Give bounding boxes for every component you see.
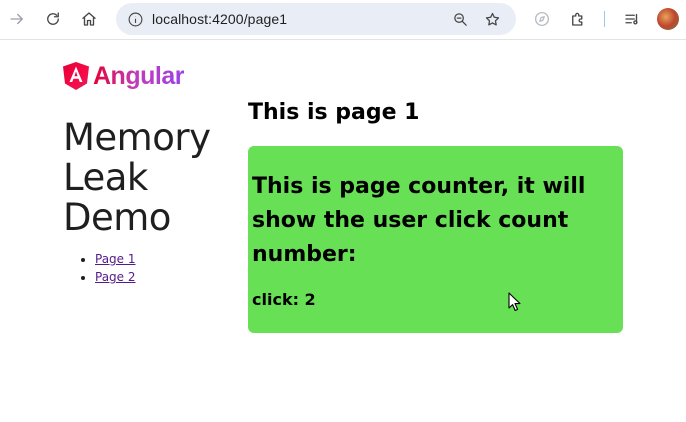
- mouse-cursor-icon: [508, 292, 521, 312]
- address-bar[interactable]: localhost:4200/page1: [116, 3, 516, 35]
- nav-link-page-1[interactable]: Page 1: [95, 252, 136, 266]
- zoom-icon[interactable]: [449, 8, 471, 30]
- nav-item-page-1: Page 1: [95, 250, 136, 268]
- reading-list-icon[interactable]: [621, 8, 643, 30]
- browser-toolbar: localhost:4200/page1: [0, 0, 686, 40]
- bookmark-star-icon[interactable]: [481, 8, 503, 30]
- nav-link-page-2[interactable]: Page 2: [95, 270, 136, 284]
- angular-logo: Angular: [62, 61, 184, 91]
- reload-icon[interactable]: [42, 8, 64, 30]
- home-icon[interactable]: [78, 8, 100, 30]
- page-heading: This is page 1: [248, 100, 420, 125]
- toolbar-separator: [604, 11, 605, 27]
- site-info-icon[interactable]: [124, 8, 146, 30]
- counter-description: This is page counter, it will show the u…: [252, 174, 586, 267]
- nav-item-page-2: Page 2: [95, 268, 136, 286]
- logo-text: Angular: [93, 61, 184, 90]
- page-nav-list: Page 1 Page 2: [95, 250, 136, 286]
- arrow-forward-icon[interactable]: [6, 8, 28, 30]
- angular-shield-icon: [63, 62, 89, 90]
- extension-compass-icon[interactable]: [531, 8, 553, 30]
- extensions-puzzle-icon[interactable]: [567, 8, 589, 30]
- click-count: click: 2: [252, 290, 316, 309]
- counter-card[interactable]: This is page counter, it will show the u…: [248, 146, 623, 333]
- profile-avatar[interactable]: [657, 8, 679, 30]
- url-text[interactable]: localhost:4200/page1: [152, 11, 287, 27]
- app-title: Memory Leak Demo: [63, 116, 211, 239]
